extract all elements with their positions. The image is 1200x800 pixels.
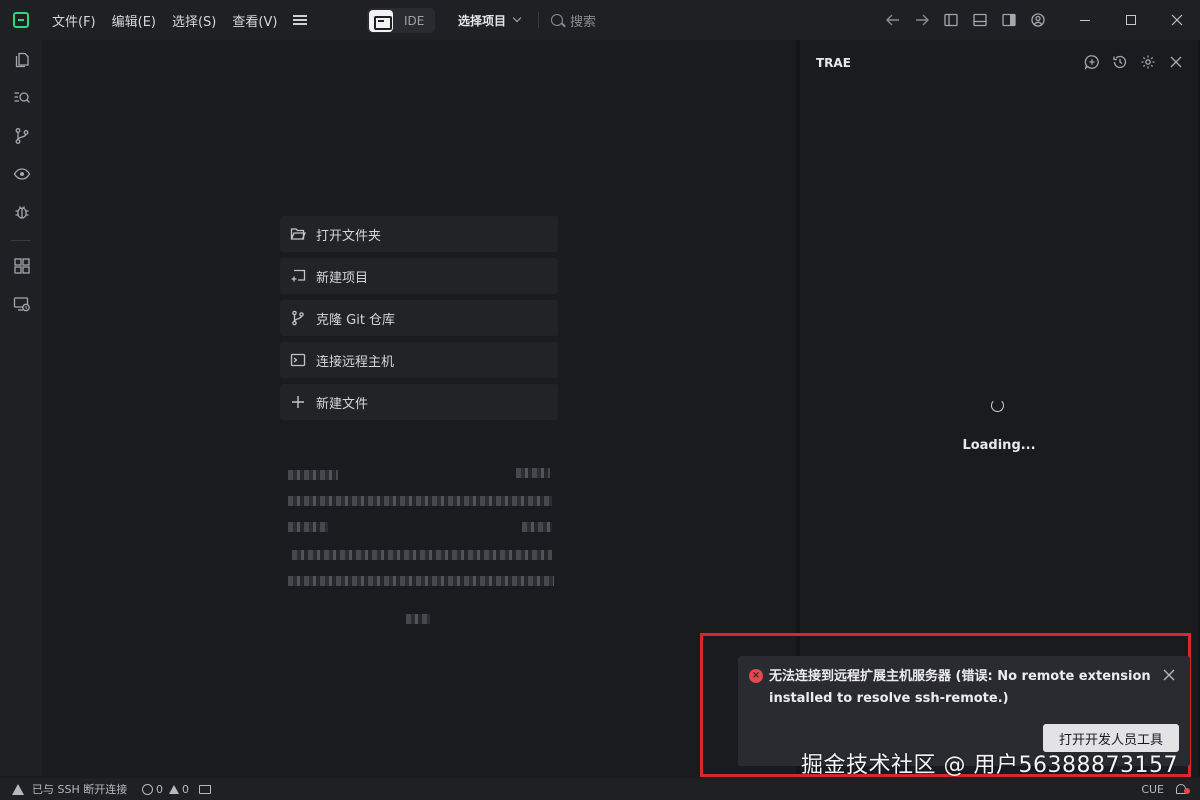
toggle-sidebar-icon[interactable] (943, 12, 959, 28)
warning-count: 0 (182, 782, 189, 796)
new-project-icon (291, 269, 306, 282)
maximize-icon (1126, 15, 1136, 25)
search-placeholder: 搜索 (570, 14, 597, 30)
status-right: CUE (1141, 778, 1190, 800)
close-icon[interactable] (1162, 668, 1176, 682)
notification-bell-icon[interactable] (1176, 784, 1190, 794)
error-count-icon (142, 783, 153, 795)
menu-view[interactable]: 查看(V) (224, 11, 285, 30)
menu-file[interactable]: 文件(F) (44, 11, 104, 30)
welcome-actions: 打开文件夹 新建项目 克隆 Git 仓库 连接远程主机 新建文件 (280, 216, 558, 426)
extensions-icon[interactable] (13, 257, 31, 275)
new-project-button[interactable]: 新建项目 (280, 258, 558, 294)
more-menu-icon[interactable] (293, 15, 308, 25)
settings-gear-icon[interactable] (1140, 54, 1156, 70)
title-bar: 文件(F) 编辑(E) 选择(S) 查看(V) IDE 选择项目 搜索 (0, 0, 1200, 40)
back-arrow-icon[interactable] (885, 12, 901, 28)
title-divider (538, 12, 539, 28)
loading-text: Loading... (962, 438, 1036, 453)
warning-count-icon (169, 784, 179, 794)
menu-edit[interactable]: 编辑(E) (104, 11, 164, 30)
chevron-down-icon (512, 13, 522, 23)
chat-mode-icon[interactable] (369, 9, 393, 32)
loading-spinner-icon (991, 399, 1004, 412)
open-folder-label: 打开文件夹 (316, 228, 382, 244)
debug-bug-icon[interactable] (13, 203, 31, 221)
panel-title: TRAE (816, 56, 851, 70)
plus-icon (292, 396, 304, 408)
remote-status[interactable]: 已与 SSH 断开连接 (12, 778, 127, 800)
close-icon (1171, 14, 1183, 26)
remote-explorer-icon[interactable] (13, 295, 31, 313)
menu-select[interactable]: 选择(S) (164, 11, 224, 30)
source-control-icon[interactable] (13, 127, 31, 145)
problems-counter[interactable]: 0 0 (142, 778, 211, 800)
watermark-text: 掘金技术社区 @ 用户56388873157 (801, 753, 1178, 778)
error-icon: × (749, 669, 763, 683)
search-icon (551, 14, 563, 26)
open-folder-button[interactable]: 打开文件夹 (280, 216, 558, 252)
title-actions (885, 0, 1059, 40)
cue-status[interactable]: CUE (1141, 783, 1164, 796)
search-files-icon[interactable] (13, 89, 31, 107)
clone-git-label: 克隆 Git 仓库 (316, 312, 396, 328)
search-input[interactable]: 搜索 (551, 0, 596, 40)
notification-message: 无法连接到远程扩展主机服务器 (错误: No remote extension … (769, 669, 1151, 706)
minimize-button[interactable] (1062, 0, 1108, 40)
warning-icon (12, 783, 24, 795)
editor-area: 打开文件夹 新建项目 克隆 Git 仓库 连接远程主机 新建文件 (42, 40, 796, 776)
connect-remote-button[interactable]: 连接远程主机 (280, 342, 558, 378)
forward-arrow-icon[interactable] (914, 12, 930, 28)
error-count: 0 (156, 782, 163, 796)
new-chat-icon[interactable] (1084, 54, 1100, 70)
git-branch-icon (292, 310, 304, 326)
clone-git-button[interactable]: 克隆 Git 仓库 (280, 300, 558, 336)
close-panel-icon[interactable] (1168, 54, 1184, 70)
folder-open-icon (290, 228, 306, 240)
ide-mode-label[interactable]: IDE (404, 14, 424, 28)
history-icon[interactable] (1112, 54, 1128, 70)
account-icon[interactable] (1030, 12, 1046, 28)
minimize-icon (1080, 19, 1090, 21)
maximize-button[interactable] (1108, 0, 1154, 40)
app-logo-icon (13, 12, 29, 28)
project-selector[interactable]: 选择项目 (458, 0, 522, 40)
mode-toggle[interactable]: IDE (367, 8, 435, 33)
window-controls (1062, 0, 1200, 40)
toggle-secondary-sidebar-icon[interactable] (1001, 12, 1017, 28)
eye-icon[interactable] (13, 165, 31, 183)
project-selector-label: 选择项目 (458, 13, 507, 28)
keyboard-icon[interactable] (199, 784, 211, 794)
close-window-button[interactable] (1154, 0, 1200, 40)
new-project-label: 新建项目 (316, 270, 369, 286)
new-file-label: 新建文件 (316, 396, 369, 412)
connect-remote-label: 连接远程主机 (316, 354, 395, 370)
activity-separator (11, 240, 31, 241)
terminal-icon (290, 353, 306, 367)
recent-projects-blurred (288, 464, 554, 632)
activity-bar (0, 40, 42, 776)
toggle-panel-icon[interactable] (972, 12, 988, 28)
remote-status-text: 已与 SSH 断开连接 (32, 783, 128, 796)
status-bar: 已与 SSH 断开连接 0 0 CUE (0, 778, 1200, 800)
explorer-files-icon[interactable] (13, 51, 31, 69)
panel-actions (1072, 54, 1184, 70)
menu-bar: 文件(F) 编辑(E) 选择(S) 查看(V) (44, 0, 308, 40)
new-file-button[interactable]: 新建文件 (280, 384, 558, 420)
